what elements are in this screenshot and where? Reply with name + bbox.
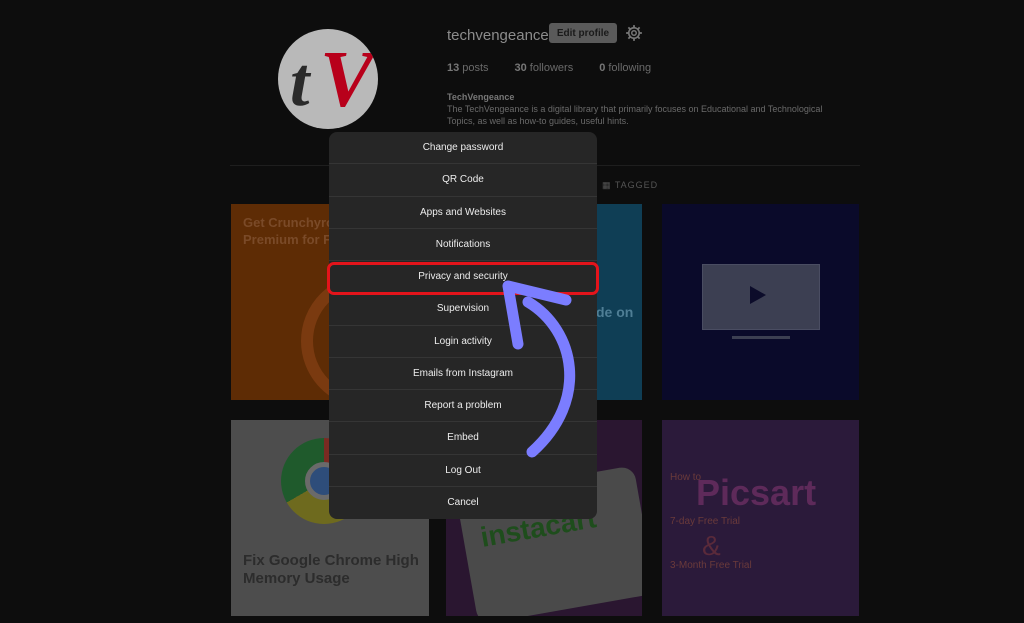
- menu-item-log-out[interactable]: Log Out: [329, 455, 597, 487]
- menu-item-notifications[interactable]: Notifications: [329, 229, 597, 261]
- menu-item-login-activity[interactable]: Login activity: [329, 326, 597, 358]
- menu-item-cancel[interactable]: Cancel: [329, 487, 597, 519]
- highlight-box: [327, 262, 599, 295]
- menu-item-embed[interactable]: Embed: [329, 422, 597, 455]
- settings-menu: Change password QR Code Apps and Website…: [329, 132, 597, 519]
- menu-item-change-password[interactable]: Change password: [329, 132, 597, 165]
- menu-item-supervision[interactable]: Supervision: [329, 293, 597, 326]
- menu-item-report-a-problem[interactable]: Report a problem: [329, 390, 597, 423]
- menu-item-apps-and-websites[interactable]: Apps and Websites: [329, 197, 597, 229]
- menu-item-emails-from-instagram[interactable]: Emails from Instagram: [329, 358, 597, 390]
- menu-item-qr-code[interactable]: QR Code: [329, 164, 597, 197]
